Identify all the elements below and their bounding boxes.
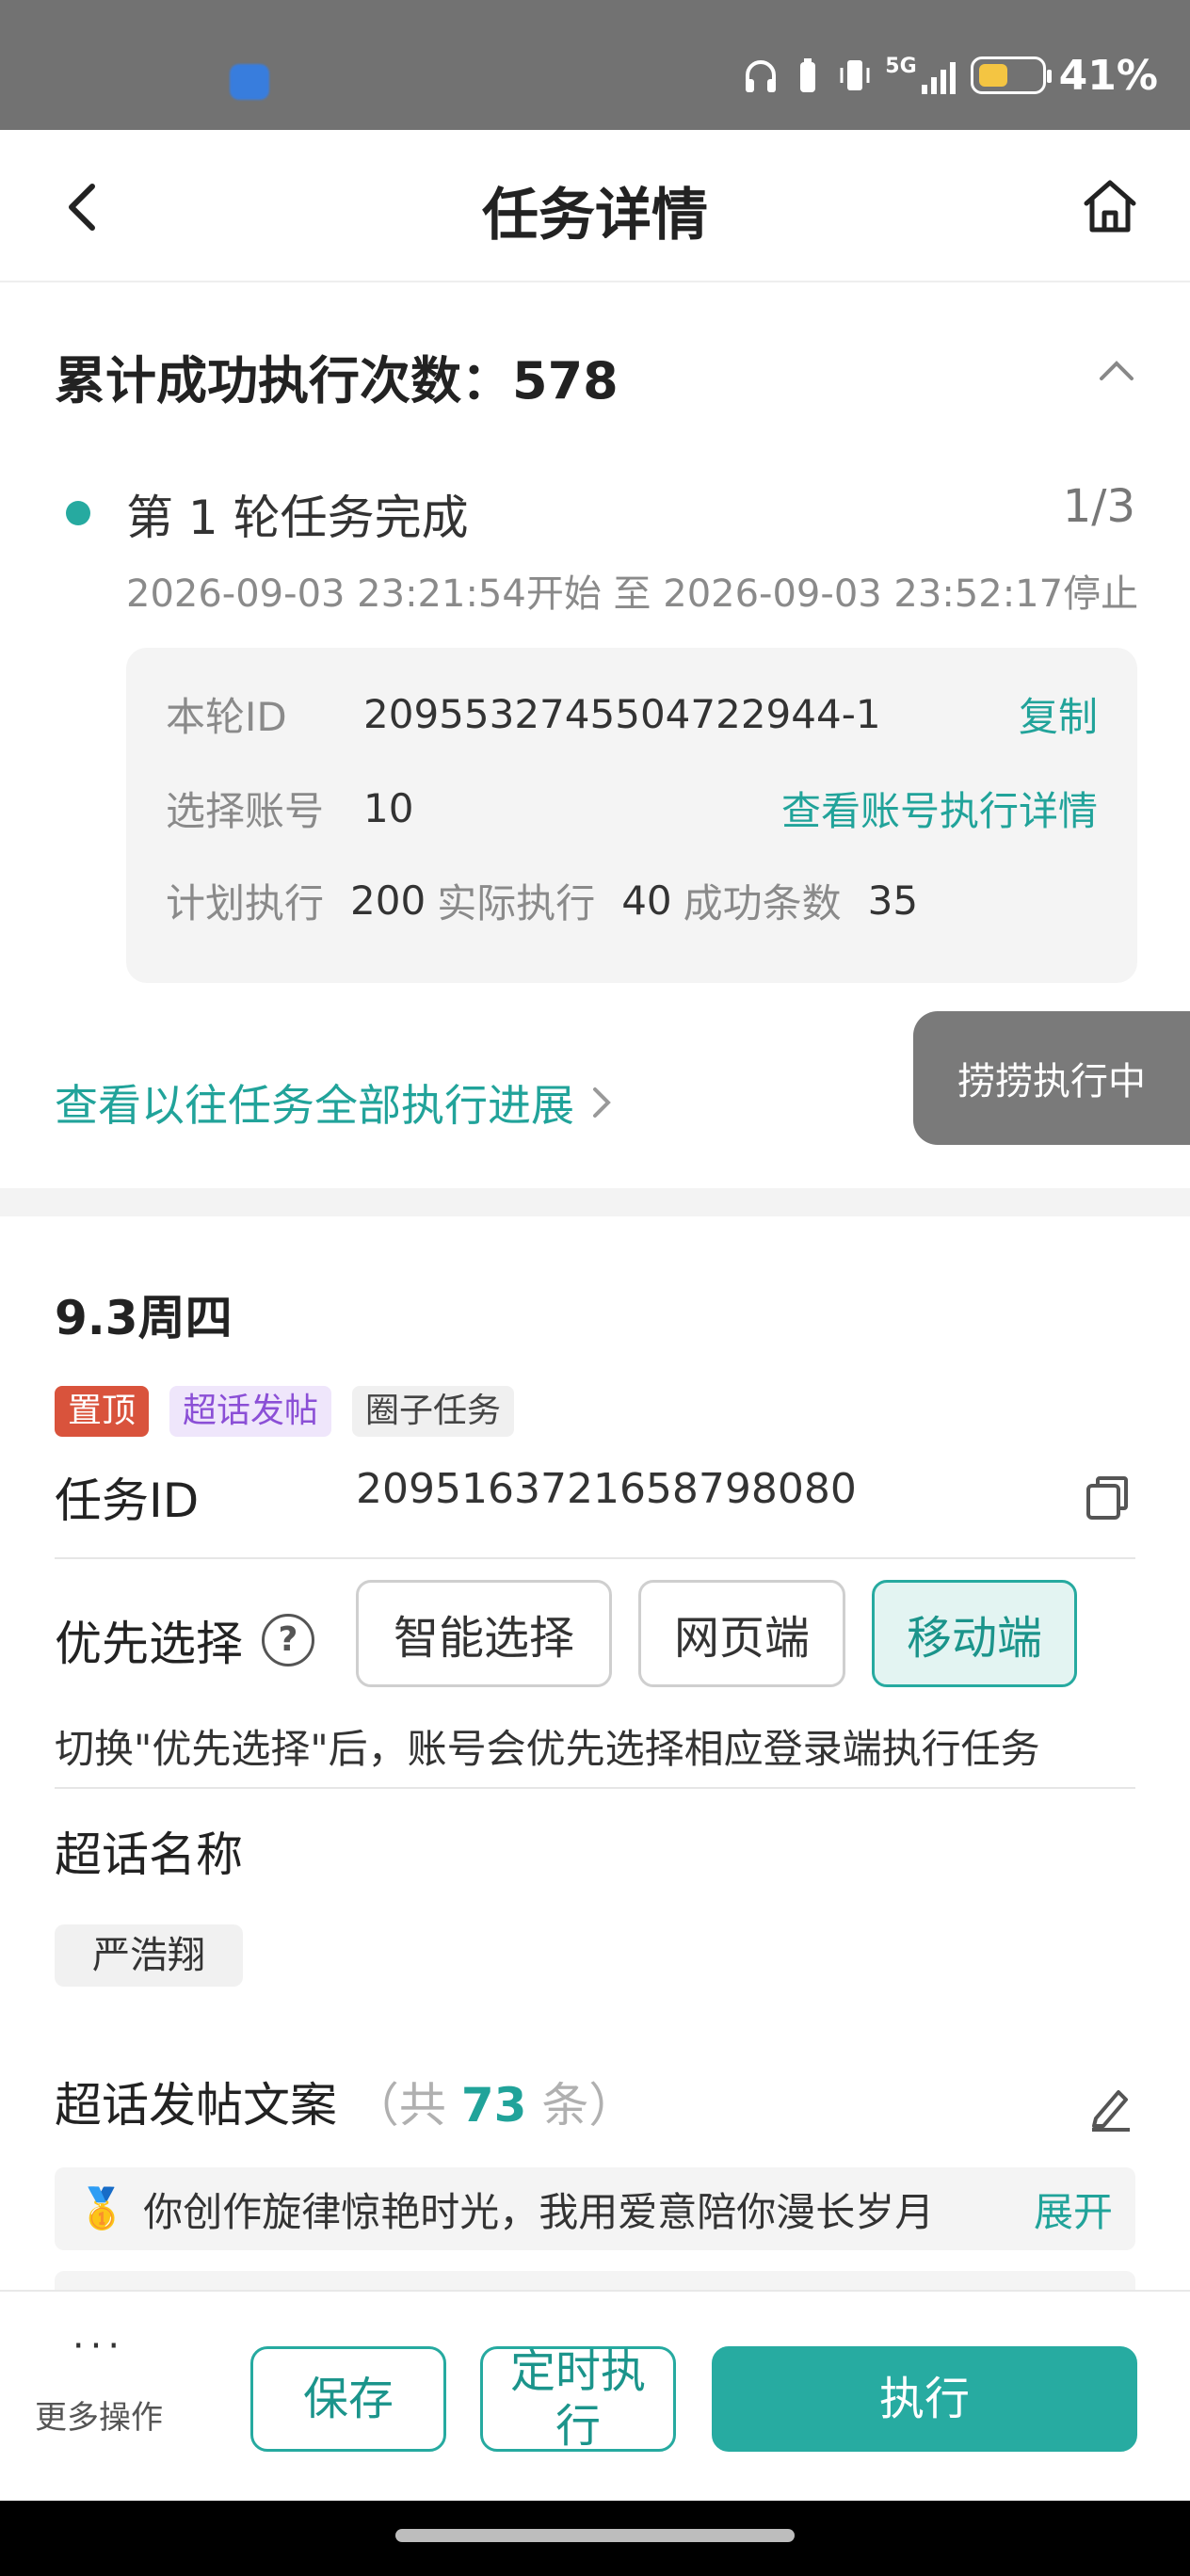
past-progress-label: 查看以往任务全部执行进展 <box>55 1080 574 1131</box>
past-progress-link[interactable]: 查看以往任务全部执行进展 <box>55 1071 612 1134</box>
round-info-card: 本轮ID 2095532745504722944-1 复制 选择账号 10 查看… <box>126 648 1137 983</box>
edit-icon[interactable] <box>1086 2083 1135 2132</box>
more-actions-label: 更多操作 <box>35 2399 163 2437</box>
task-date: 9.3周四 <box>55 1291 233 1345</box>
planned-value: 200 <box>350 877 426 924</box>
headphones-icon <box>746 60 777 92</box>
section-divider <box>0 1188 1190 1216</box>
schedule-button[interactable]: 定时执行 <box>480 2345 676 2453</box>
floating-status-button[interactable]: 捞捞执行中 <box>913 1011 1190 1145</box>
cumulative-success-count: 累计成功执行次数：578 <box>55 351 619 411</box>
priority-option-smart[interactable]: 智能选择 <box>356 1580 612 1687</box>
help-icon[interactable]: ? <box>262 1614 314 1666</box>
accounts-value: 10 <box>363 784 414 831</box>
task-id-value: 2095163721658798080 <box>356 1465 857 1513</box>
signal-icon <box>921 62 956 94</box>
system-nav-bar <box>0 2501 1190 2576</box>
page-title: 任务详情 <box>482 183 708 249</box>
success-label: 成功条数 <box>683 879 842 926</box>
actual-value: 40 <box>621 877 672 924</box>
divider <box>55 1787 1135 1789</box>
post-copy-count: （共 73 条） <box>352 2078 635 2133</box>
network-type: 5G <box>885 55 917 78</box>
priority-hint: 切换"优先选择"后，账号会优先选择相应登录端执行任务 <box>55 1726 1040 1772</box>
count-prefix: （共 <box>351 2078 446 2133</box>
post-copy-item[interactable]: 🥇 你创作旋律惊艳时光，我用爱意陪你漫长岁月 展开 <box>55 2167 1135 2250</box>
count-number: 73 <box>460 2078 527 2133</box>
save-button[interactable]: 保存 <box>250 2346 446 2452</box>
copy-icon[interactable] <box>1083 1473 1134 1523</box>
success-value: 35 <box>867 877 919 924</box>
signal-5g: 5G <box>885 55 957 96</box>
round-id-label: 本轮ID <box>166 693 287 740</box>
priority-row-label: 优先选择 ? <box>55 1606 314 1674</box>
vibrate-icon <box>840 60 870 90</box>
accounts-label: 选择账号 <box>166 787 325 834</box>
status-icons: 5G 41% <box>744 47 1158 104</box>
medal-icon: 🥇 <box>77 2185 127 2231</box>
post-copy-item-partial <box>55 2271 1135 2290</box>
round-id-value: 2095532745504722944-1 <box>363 690 881 737</box>
headphone-battery-icon <box>800 58 816 92</box>
top-nav-bar: 任务详情 <box>0 130 1190 282</box>
battery-percent: 41% <box>1058 51 1158 100</box>
more-dots-icon: ··· <box>72 2325 126 2368</box>
account-detail-link[interactable]: 查看账号执行详情 <box>781 780 1098 837</box>
topic-name-label: 超话名称 <box>55 1827 243 1882</box>
tag-circle-task: 圈子任务 <box>352 1386 515 1437</box>
round-status-dot <box>66 501 90 525</box>
post-copy-label: 超话发帖文案 <box>55 2078 337 2133</box>
tag-pinned: 置顶 <box>55 1386 150 1437</box>
task-tags: 置顶 超话发帖 圈子任务 <box>55 1386 515 1437</box>
post-copy-text: 你创作旋律惊艳时光，我用爱意陪你漫长岁月 <box>143 2188 935 2235</box>
task-id-label: 任务ID <box>55 1473 200 1528</box>
post-copy-header: 超话发帖文案 （共 73 条） <box>55 2068 635 2135</box>
accounts-row: 选择账号 10 查看账号执行详情 <box>166 780 1098 836</box>
task-detail: 9.3周四 置顶 超话发帖 圈子任务 任务ID 2095163721658798… <box>0 1216 1190 2290</box>
round-id-row: 本轮ID 2095532745504722944-1 复制 <box>166 685 1098 742</box>
chevron-right-icon <box>593 1087 611 1118</box>
battery-fill <box>978 64 1007 87</box>
copy-round-id-link[interactable]: 复制 <box>1019 685 1098 743</box>
count-suffix: 条） <box>541 2078 636 2133</box>
actual-label: 实际执行 <box>437 879 596 926</box>
priority-option-web[interactable]: 网页端 <box>638 1580 845 1687</box>
execute-button[interactable]: 执行 <box>712 2346 1137 2452</box>
divider <box>55 1557 1135 1559</box>
more-actions-button[interactable]: ··· 更多操作 <box>28 2327 169 2438</box>
battery-icon <box>970 56 1052 94</box>
tag-topic-post: 超话发帖 <box>169 1386 332 1437</box>
priority-option-mobile[interactable]: 移动端 <box>872 1580 1077 1687</box>
app-notification-icon <box>230 64 269 100</box>
execution-stats-row: 计划执行 200 实际执行 40 成功条数 35 <box>166 872 1098 928</box>
home-indicator[interactable] <box>395 2529 795 2542</box>
home-button[interactable] <box>1079 175 1141 237</box>
bottom-action-bar: ··· 更多操作 保存 定时执行 执行 <box>0 2290 1190 2501</box>
topic-chip[interactable]: 严浩翔 <box>55 1924 243 1987</box>
collapse-chevron-icon[interactable] <box>1096 356 1137 384</box>
planned-label: 计划执行 <box>166 879 325 926</box>
round-count: 1/3 <box>1062 480 1135 533</box>
round-time-range: 2026-09-03 23:21:54开始 至 2026-09-03 23:52… <box>126 572 1139 616</box>
priority-label: 优先选择 <box>55 1617 243 1671</box>
status-bar: 5G 41% <box>0 0 1190 130</box>
expand-link[interactable]: 展开 <box>1034 2181 1113 2238</box>
round-title: 第 1 轮任务完成 <box>126 491 469 545</box>
